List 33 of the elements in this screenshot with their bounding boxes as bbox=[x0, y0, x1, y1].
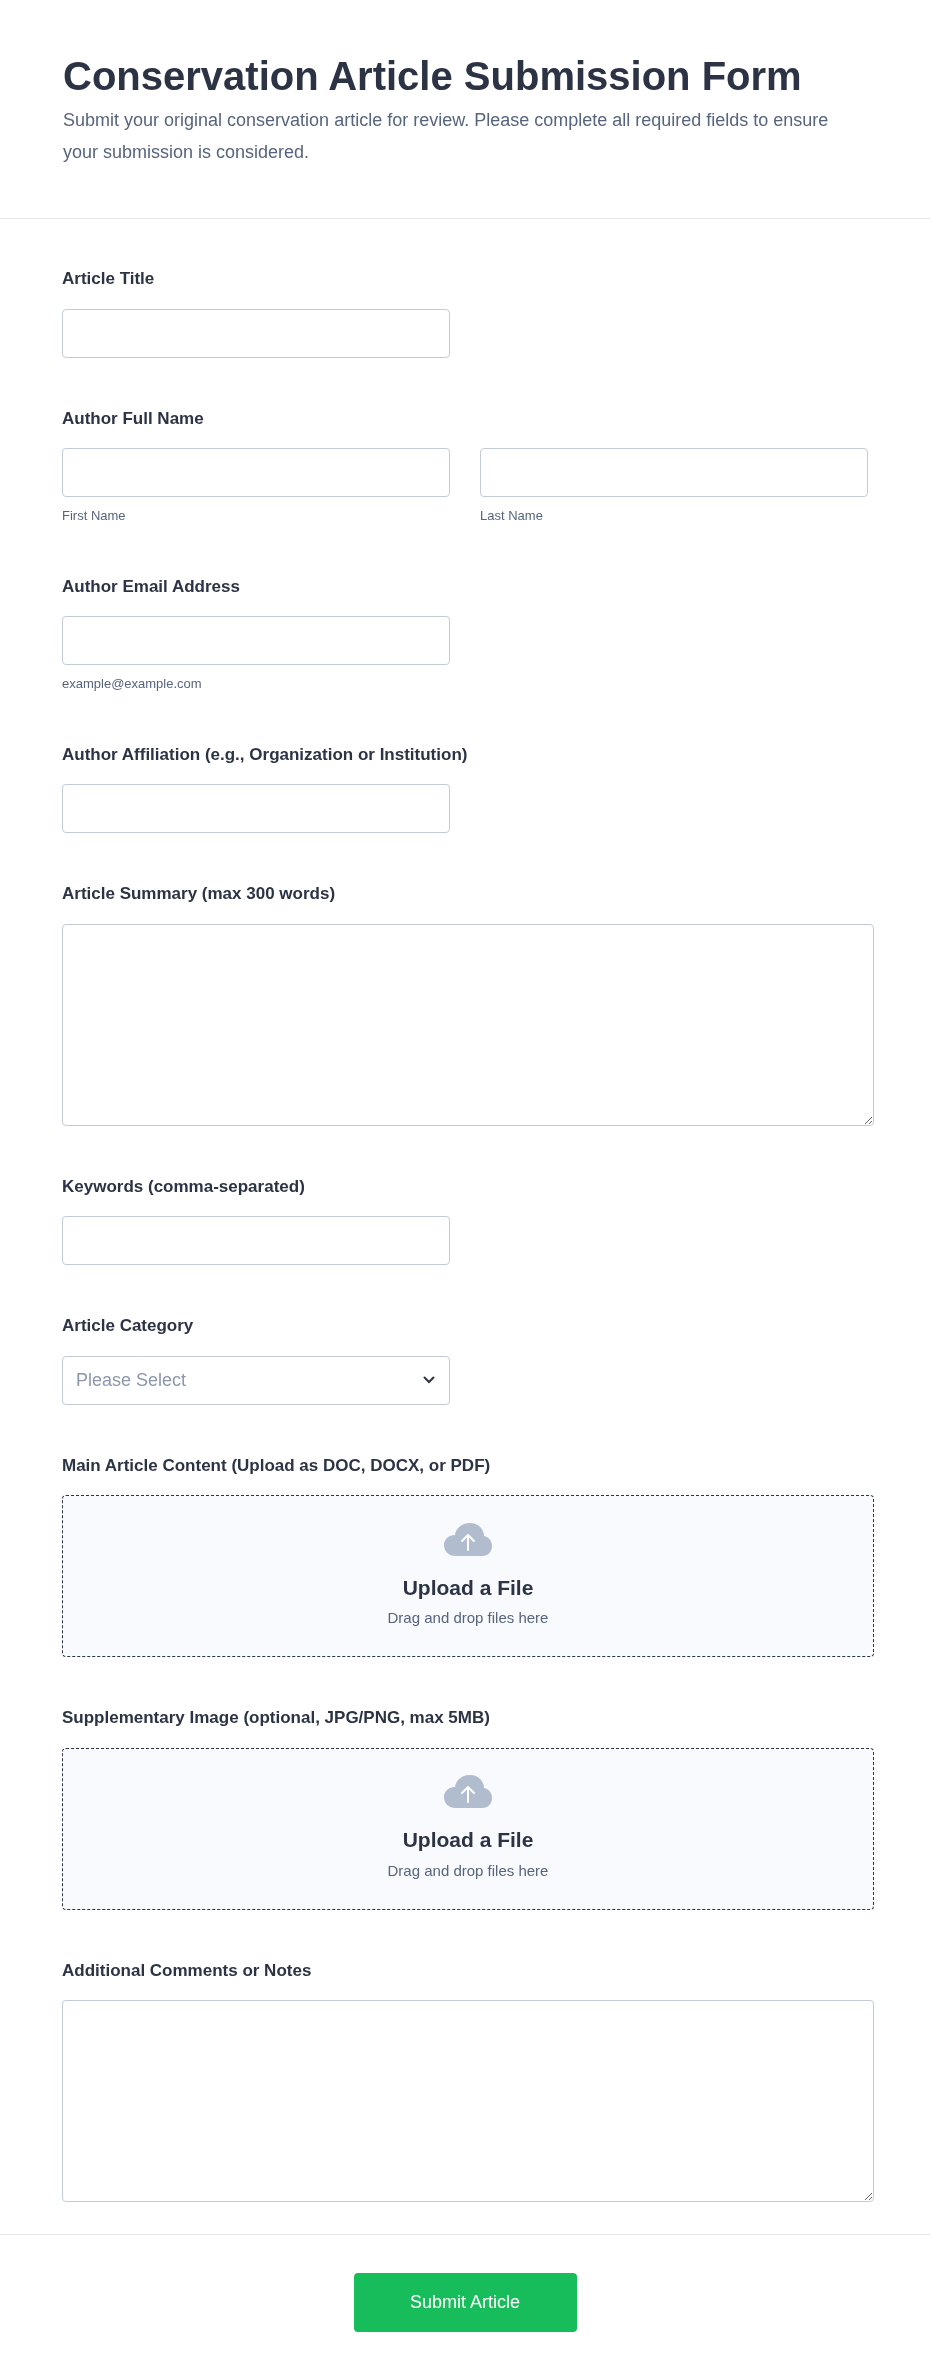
field-label: Author Affiliation (e.g., Organization or Institution) bbox=[62, 743, 469, 766]
field-label: Author Email Address bbox=[62, 575, 241, 598]
textarea-field[interactable] bbox=[62, 923, 874, 1126]
cloud-upload-icon bbox=[444, 1522, 492, 1557]
chevron-down-icon bbox=[423, 1376, 435, 1384]
field-label: Author Full Name bbox=[62, 407, 205, 430]
field-label: Supplementary Image (optional, JPG/PNG, max 5MB) bbox=[62, 1707, 491, 1729]
text-field[interactable] bbox=[62, 616, 450, 665]
field-label: Article Category bbox=[62, 1315, 195, 1337]
field-sublabel: Last Name bbox=[480, 507, 544, 525]
form-title: Conservation Article Submission Form bbox=[63, 53, 803, 100]
field-label: Keywords (comma-separated) bbox=[62, 1175, 306, 1198]
form-description: Submit your original conservation article for review. Please complete all required fields to ensure your submission is considered. bbox=[63, 109, 830, 164]
text-field[interactable] bbox=[62, 308, 450, 358]
field-label: Main Article Content (Upload as DOC, DOCX, or PDF) bbox=[62, 1454, 492, 1477]
cloud-upload-icon bbox=[444, 1775, 492, 1809]
field-label: Article Summary (max 300 words) bbox=[62, 883, 337, 905]
name-field[interactable] bbox=[62, 448, 450, 497]
upload-title: Upload a File bbox=[402, 1574, 534, 1601]
upload-hint: Drag and drop files here bbox=[387, 1860, 549, 1881]
textarea-field[interactable] bbox=[62, 2000, 874, 2202]
field-label: Additional Comments or Notes bbox=[62, 1959, 313, 1982]
field-sublabel: First Name bbox=[62, 507, 127, 525]
field-label: Article Title bbox=[62, 268, 156, 290]
field-sublabel: example@example.com bbox=[62, 675, 203, 693]
upload-title: Upload a File bbox=[402, 1827, 534, 1853]
text-field[interactable] bbox=[62, 784, 450, 833]
text-field[interactable] bbox=[62, 1216, 450, 1265]
upload-hint: Drag and drop files here bbox=[387, 1608, 549, 1628]
name-field[interactable] bbox=[480, 448, 868, 497]
dropdown-placeholder: Please Select bbox=[76, 1368, 187, 1392]
file-dropzone[interactable]: Upload a File Drag and drop files here bbox=[62, 1747, 874, 1910]
file-dropzone[interactable]: Upload a File Drag and drop files here bbox=[62, 1495, 874, 1657]
